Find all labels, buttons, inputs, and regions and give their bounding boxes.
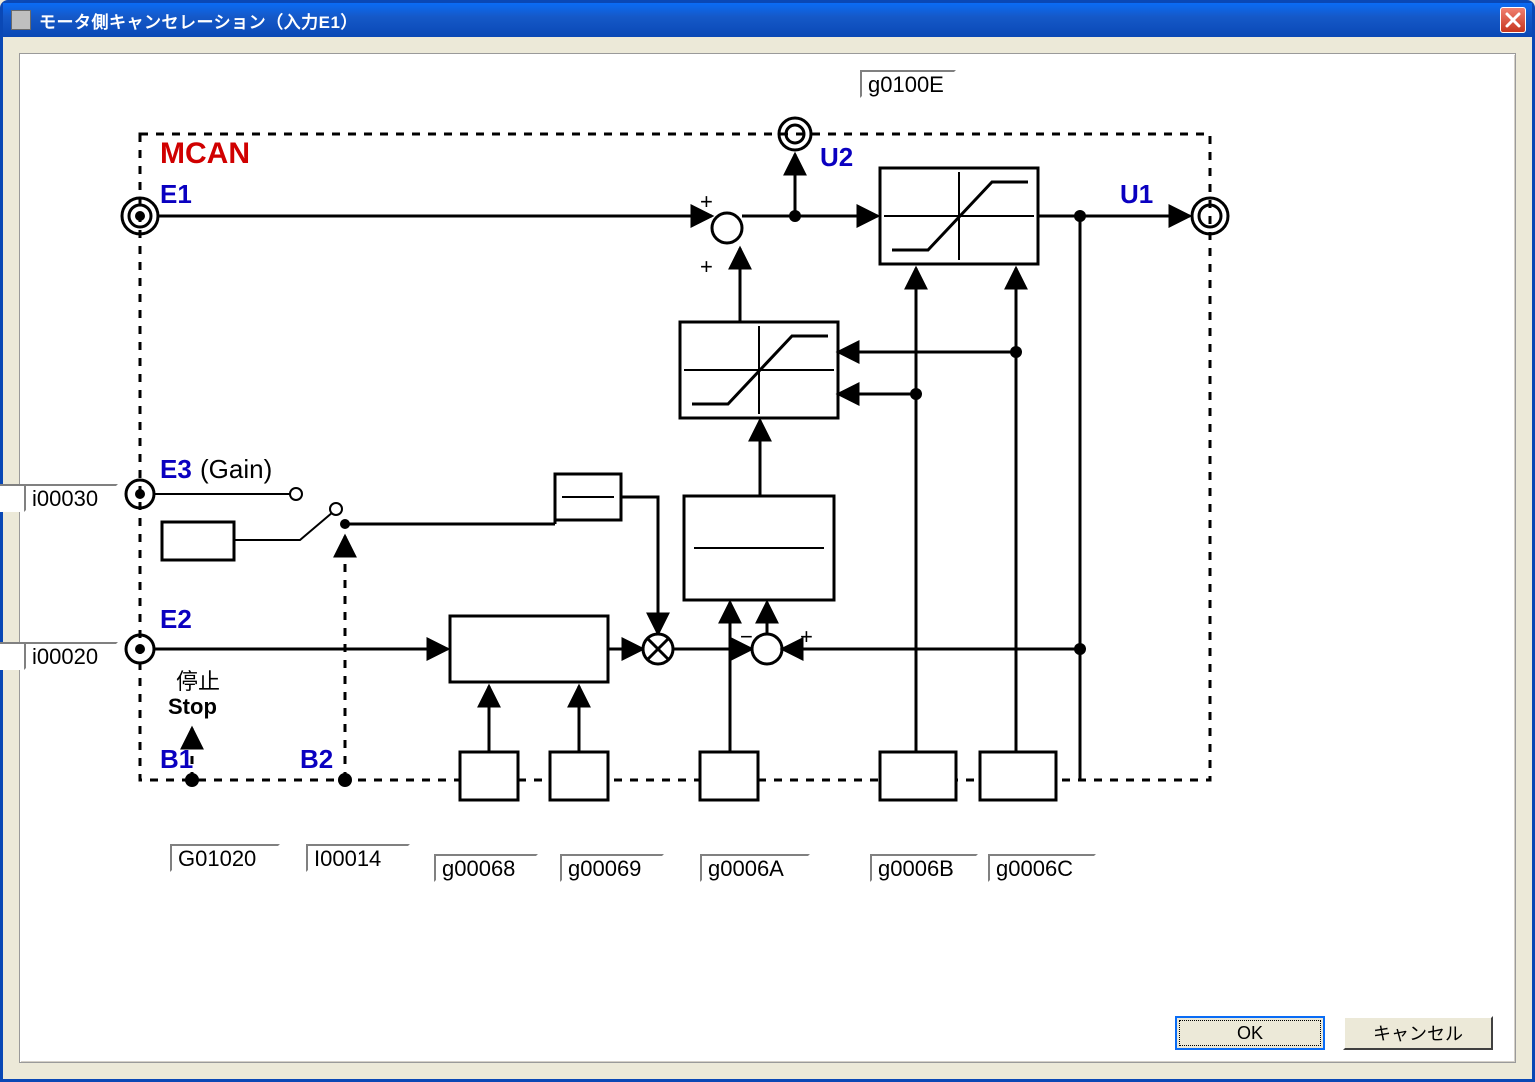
- field-i00020[interactable]: i00020: [24, 642, 118, 670]
- app-icon: [11, 10, 31, 30]
- close-icon: [1505, 12, 1521, 28]
- dialog-button-row: OK キャンセル: [1175, 1016, 1493, 1050]
- client-area: g0100E MCAN E1 E3 (Gain) E2 B1 B2 U2 U1 …: [19, 53, 1516, 1063]
- field-g00068[interactable]: g00068: [434, 854, 538, 882]
- field-g0006C[interactable]: g0006C: [988, 854, 1096, 882]
- titlebar: モータ側キャンセレーション（入力E1）: [3, 3, 1532, 37]
- cancel-button[interactable]: キャンセル: [1343, 1016, 1493, 1050]
- field-i00030[interactable]: i00030: [24, 484, 118, 512]
- diagram-svg: [40, 104, 1340, 934]
- block-diagram: MCAN E1 E3 (Gain) E2 B1 B2 U2 U1 停止 Stop…: [40, 104, 1340, 934]
- field-g0006A[interactable]: g0006A: [700, 854, 810, 882]
- window-title: モータ側キャンセレーション（入力E1）: [39, 8, 1492, 33]
- field-g0006B[interactable]: g0006B: [870, 854, 978, 882]
- field-g01020[interactable]: G01020: [170, 844, 280, 872]
- field-i00014[interactable]: I00014: [306, 844, 410, 872]
- field-g0100E[interactable]: g0100E: [860, 70, 956, 98]
- ok-button[interactable]: OK: [1175, 1016, 1325, 1050]
- dialog-window: モータ側キャンセレーション（入力E1） g0100E MCAN E1 E3 (G…: [0, 0, 1535, 1082]
- field-g00069[interactable]: g00069: [560, 854, 664, 882]
- close-button[interactable]: [1500, 7, 1526, 33]
